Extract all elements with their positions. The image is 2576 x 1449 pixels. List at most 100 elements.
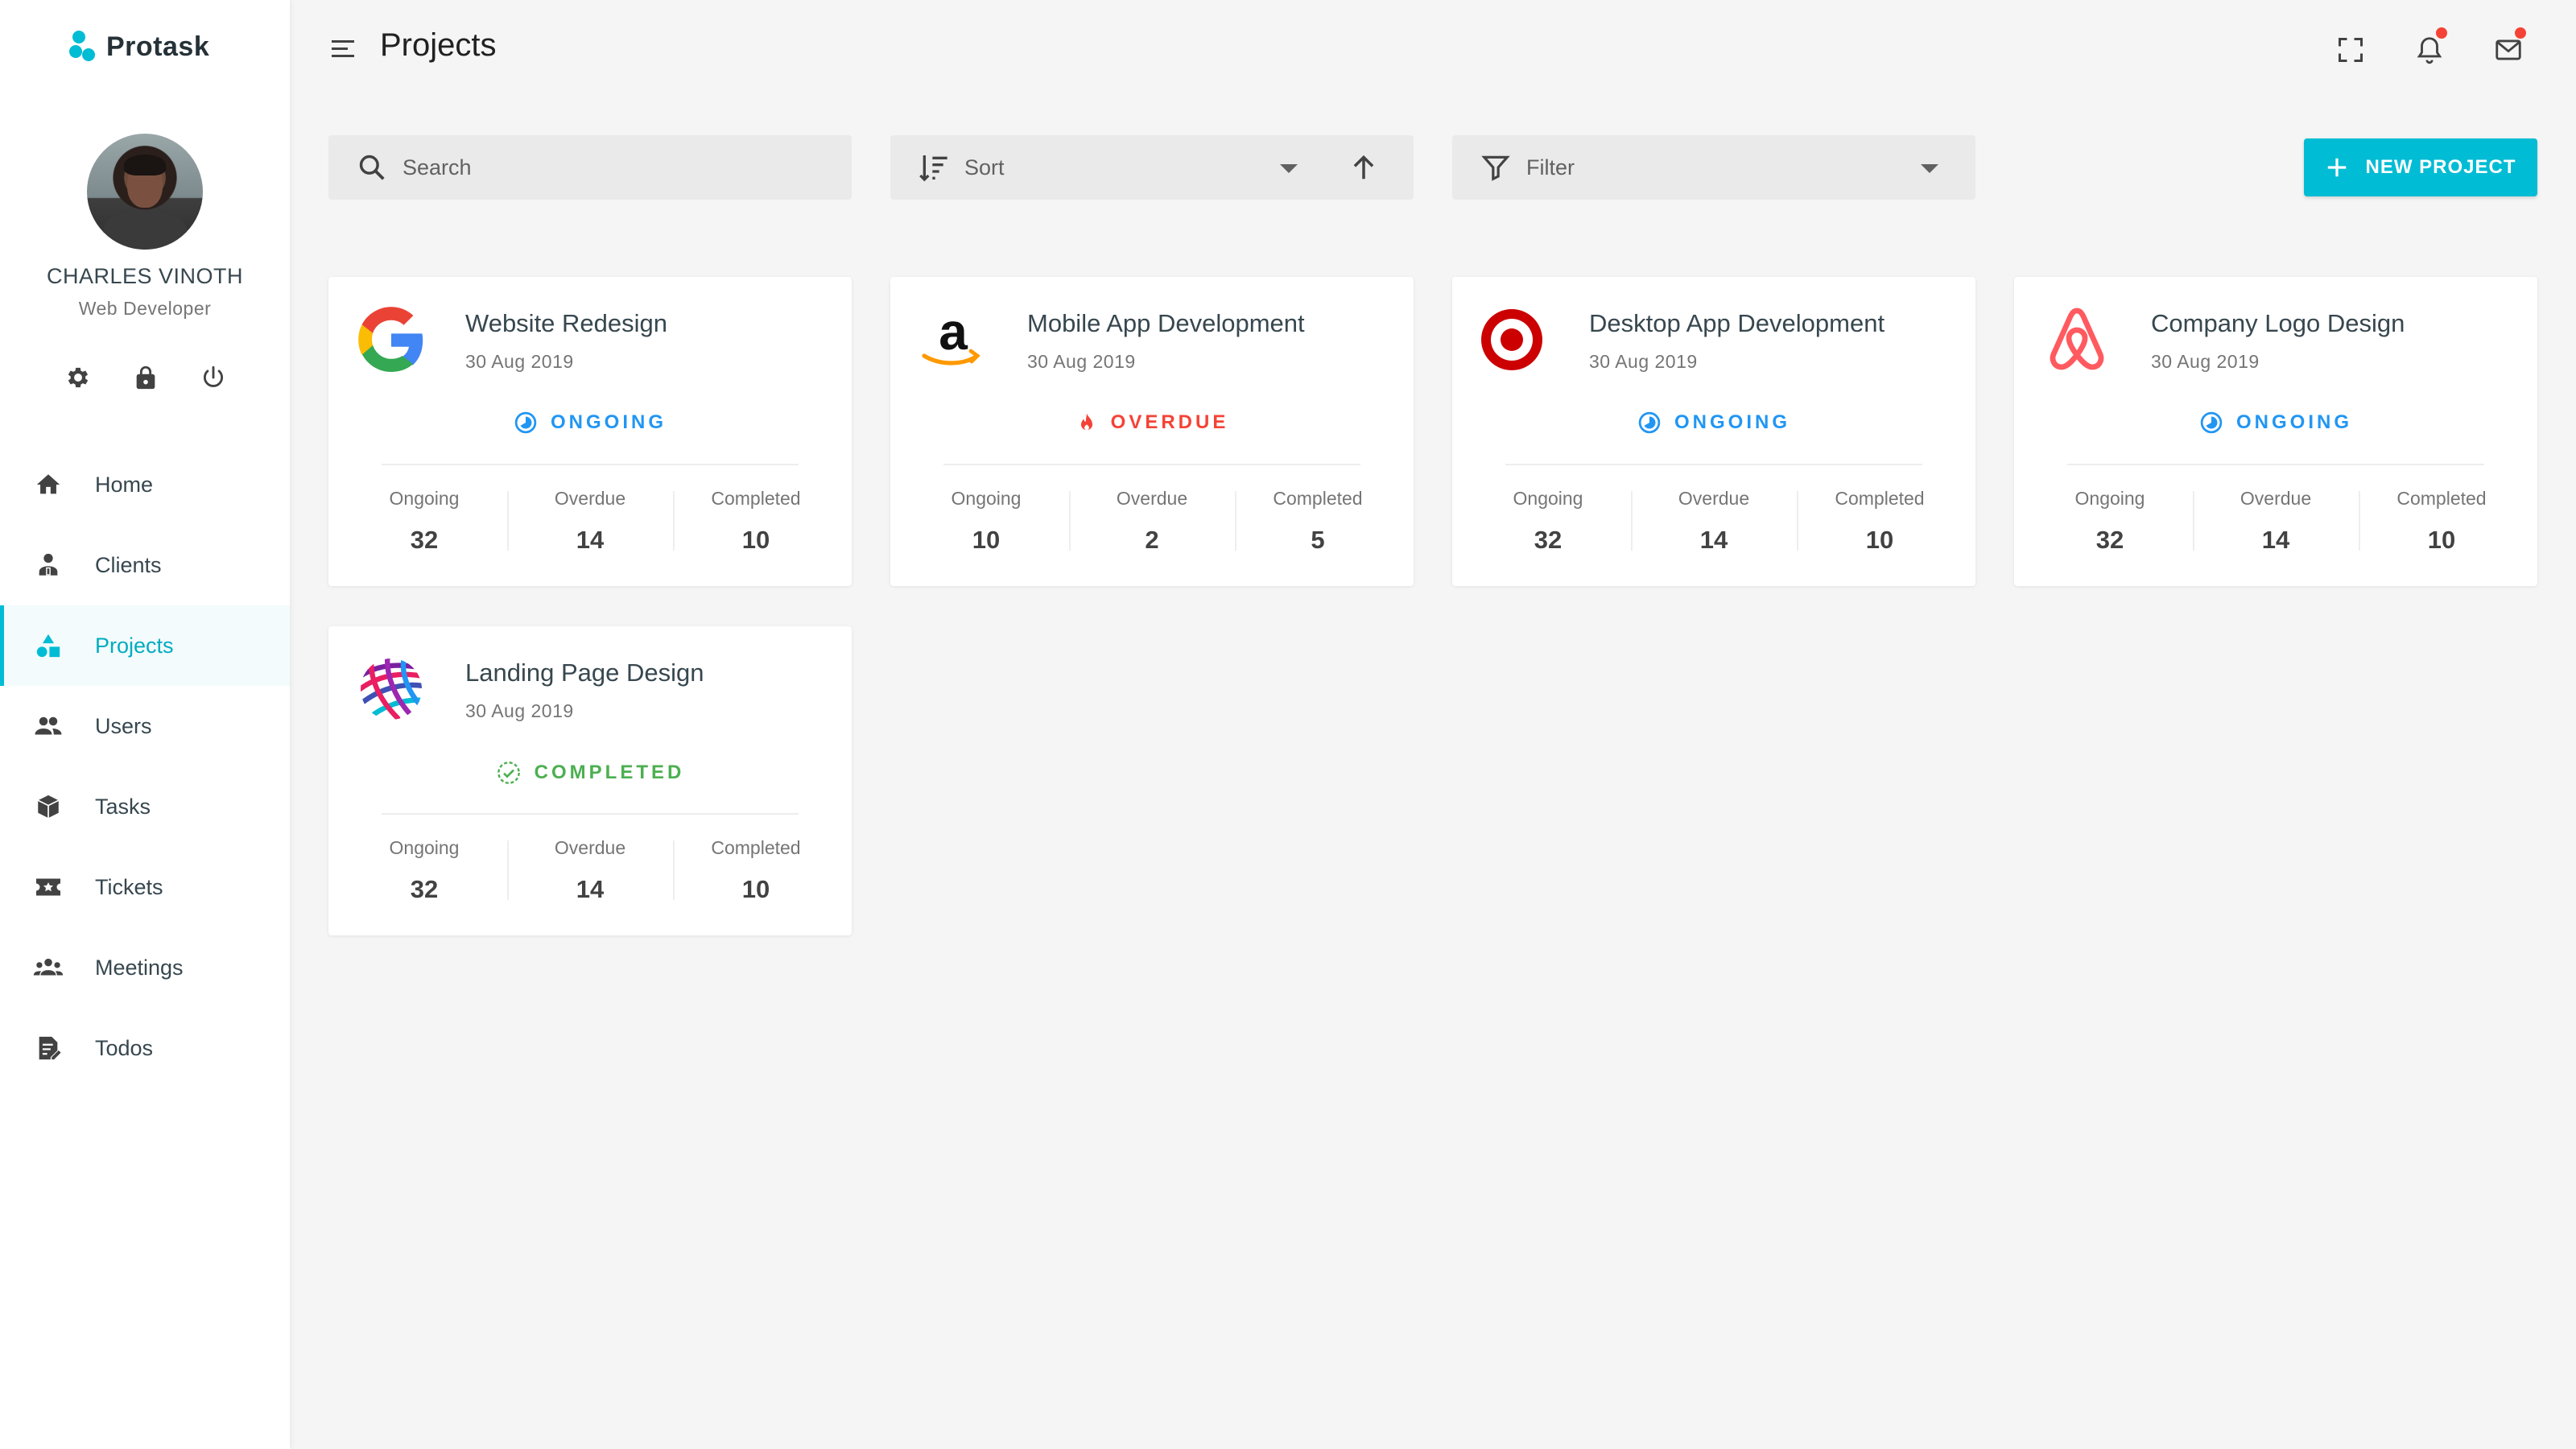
filter-select[interactable]: Filter [1452,135,1975,200]
notification-dot [2436,27,2447,39]
filter-label: Filter [1526,155,1575,180]
check-circle-icon [497,762,520,784]
meeting-icon [32,952,64,984]
stat-label-ongoing: Ongoing [389,837,460,858]
chevron-down-icon [1280,164,1298,173]
ongoing-icon [1638,411,1661,434]
sort-select[interactable]: Sort [890,135,1414,200]
lock-icon[interactable] [129,361,163,394]
users-icon [32,710,64,742]
status-label: ONGOING [2235,411,2352,433]
sidebar-item-label: Todos [95,1035,154,1060]
status-label: COMPLETED [534,762,685,783]
sidebar-item-users[interactable]: Users [0,686,290,766]
status-badge: OVERDUE [890,411,1414,435]
mail-icon[interactable] [2489,27,2528,69]
project-card[interactable]: Landing Page Design 30 Aug 2019 COMPLETE… [328,626,852,935]
stat-value-overdue: 14 [576,526,605,554]
stat-value-ongoing: 32 [2095,526,2124,554]
project-card[interactable]: Company Logo Design 30 Aug 2019 ONGOING … [2014,277,2537,586]
globe-logo [353,650,430,728]
stat-value-ongoing: 32 [410,875,439,903]
new-project-button[interactable]: NEW PROJECT [2304,138,2537,196]
gear-icon[interactable] [61,361,95,394]
stat-value-ongoing: 32 [410,526,439,554]
menu-toggle-icon[interactable] [328,35,361,63]
search-input[interactable]: Search [328,135,852,200]
project-stats: Ongoing 32 Overdue 14 Completed 10 [328,464,852,576]
stat-label-completed: Completed [1835,488,1925,509]
sidebar-item-tasks[interactable]: Tasks [0,766,290,847]
stat-label-overdue: Overdue [554,837,626,858]
google-logo [353,301,430,378]
project-title: Landing Page Design [465,658,704,687]
sidebar-item-projects[interactable]: Projects [0,605,290,686]
sidebar-item-label: Users [95,713,152,738]
bell-icon[interactable] [2410,27,2449,69]
sidebar-item-home[interactable]: Home [0,444,290,525]
amazon-logo: a [914,301,992,378]
project-date: 30 Aug 2019 [1589,351,1698,372]
user-name: CHARLES VINOTH [46,264,244,288]
power-icon[interactable] [196,361,230,394]
ongoing-icon [514,411,537,434]
filter-icon [1480,151,1512,184]
sidebar-item-clients[interactable]: Clients [0,525,290,605]
project-stats: Ongoing 32 Overdue 14 Completed 10 [328,813,852,926]
fullscreen-icon[interactable] [2331,31,2370,69]
project-card[interactable]: a Mobile App Development 30 Aug 2019 OVE… [890,277,1414,586]
notification-dot [2515,27,2526,39]
stat-value-overdue: 14 [1699,526,1728,554]
sidebar-item-label: Tasks [95,794,151,819]
stat-value-completed: 10 [741,875,770,903]
cube-icon [32,791,64,823]
avatar[interactable] [87,134,203,250]
stat-label-ongoing: Ongoing [951,488,1022,509]
sidebar-item-meetings[interactable]: Meetings [0,927,290,1008]
stat-label-overdue: Overdue [554,488,626,509]
project-date: 30 Aug 2019 [1027,351,1136,372]
sidebar: Protask CHARLES VINOTH Web Developer Hom… [0,0,290,1449]
project-card[interactable]: Website Redesign 30 Aug 2019 ONGOING Ong… [328,277,852,586]
project-card[interactable]: Desktop App Development 30 Aug 2019 ONGO… [1452,277,1975,586]
stat-label-overdue: Overdue [1116,488,1188,509]
brand[interactable]: Protask [69,31,209,63]
brand-name: Protask [106,31,210,62]
airbnb-logo [2038,301,2116,378]
home-icon [32,469,64,501]
arrow-up-icon[interactable] [1346,150,1381,185]
brand-logo-icon [69,31,98,63]
project-title: Mobile App Development [1027,309,1305,337]
new-project-label: NEW PROJECT [2365,156,2516,178]
ticket-icon [32,871,64,903]
sidebar-item-label: Tickets [95,874,163,899]
sort-label: Sort [964,155,1005,180]
stat-value-overdue: 14 [576,875,605,903]
search-placeholder: Search [402,155,472,180]
stat-label-ongoing: Ongoing [2074,488,2145,509]
stat-label-overdue: Overdue [2240,488,2312,509]
svg-text:a: a [939,303,968,361]
project-stats: Ongoing 10 Overdue 2 Completed 5 [890,464,1414,576]
target-logo [1476,301,1554,378]
stat-label-completed: Completed [1273,488,1363,509]
sidebar-item-tickets[interactable]: Tickets [0,847,290,927]
sidebar-item-label: Meetings [95,955,184,980]
status-badge: ONGOING [1452,411,1975,435]
project-date: 30 Aug 2019 [465,700,574,721]
project-title: Website Redesign [465,309,668,337]
status-label: OVERDUE [1110,411,1229,433]
stat-value-completed: 5 [1311,526,1325,554]
status-badge: ONGOING [2014,411,2537,435]
stat-label-overdue: Overdue [1678,488,1750,509]
sidebar-item-todos[interactable]: Todos [0,1008,290,1088]
stat-value-overdue: 14 [2261,526,2290,554]
search-icon [356,151,388,184]
stat-label-completed: Completed [711,837,801,858]
project-stats: Ongoing 32 Overdue 14 Completed 10 [2014,464,2537,576]
project-date: 30 Aug 2019 [465,351,574,372]
project-title: Desktop App Development [1589,309,1885,337]
sidebar-item-label: Home [95,472,154,497]
plus-icon [2328,158,2347,177]
sidebar-nav: Home Clients Projects Users Tasks Ticket… [0,444,290,1088]
